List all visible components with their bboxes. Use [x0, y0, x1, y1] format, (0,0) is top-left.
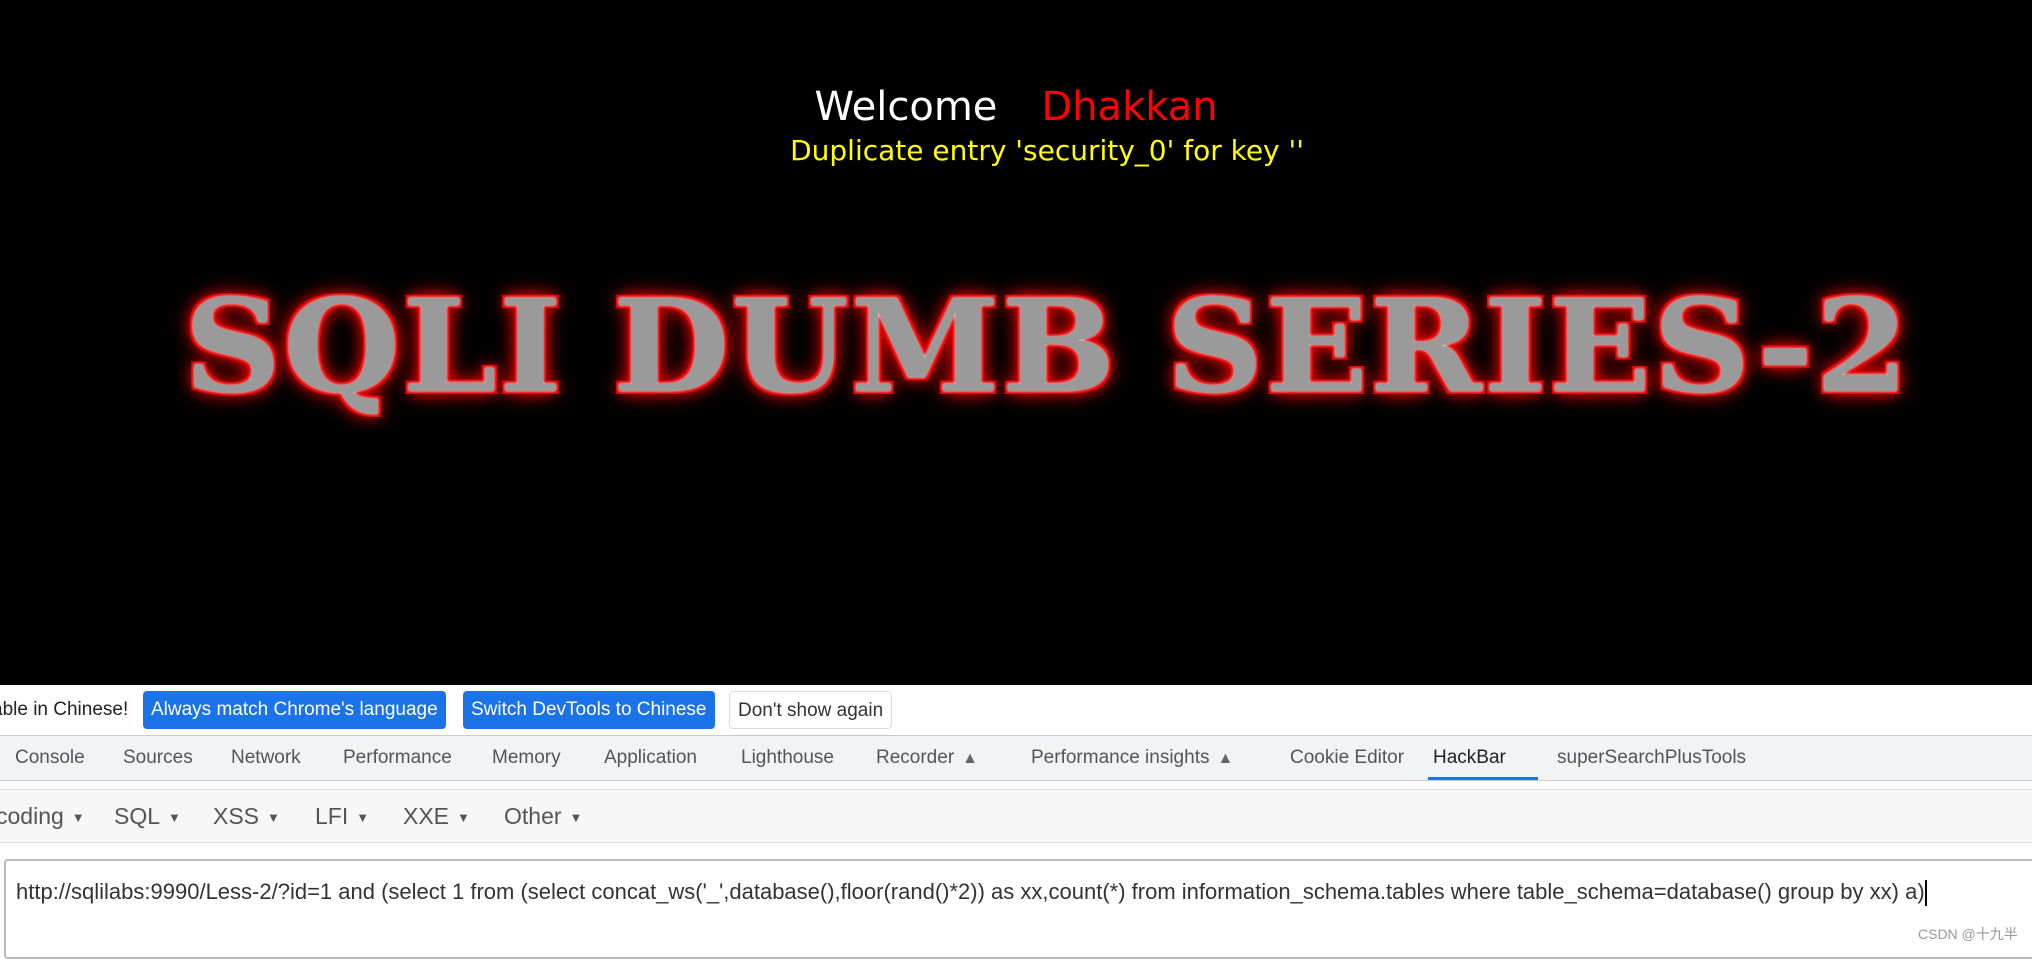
caret-down-icon: ▼	[569, 810, 583, 826]
tab-hackbar[interactable]: HackBar	[1433, 747, 1506, 769]
caret-down-icon: ▼	[356, 810, 370, 826]
error-message: Duplicate entry 'security_0' for key ''	[790, 134, 1304, 167]
menu-label: XXE	[403, 803, 450, 829]
tab-memory[interactable]: Memory	[492, 747, 561, 769]
tab-cookie-editor[interactable]: Cookie Editor	[1290, 747, 1404, 769]
menu-label: Other	[504, 803, 562, 829]
tab-supersearchplustools[interactable]: superSearchPlusTools	[1557, 747, 1746, 769]
caret-down-icon: ▼	[71, 810, 85, 826]
tab-label: Performance insights	[1031, 747, 1210, 768]
web-page: Welcome Dhakkan Duplicate entry 'security…	[0, 0, 2032, 685]
menu-label: LFI	[315, 803, 349, 829]
menu-label: XSS	[213, 803, 260, 829]
xss-menu[interactable]: XSS ▼	[213, 803, 280, 830]
hackbar-toolbar: coding ▼ SQL ▼ XSS ▼ LFI ▼ XXE ▼ Other ▼	[0, 789, 2032, 843]
sql-menu[interactable]: SQL ▼	[114, 803, 181, 830]
active-tab-indicator	[1428, 777, 1538, 780]
user-name: Dhakkan	[1041, 84, 1218, 130]
welcome-line: Welcome Dhakkan	[0, 84, 2032, 130]
tab-performance[interactable]: Performance	[343, 747, 452, 769]
url-text: http://sqlilabs:9990/Less-2/?id=1 and (s…	[16, 879, 1925, 904]
lfi-menu[interactable]: LFI ▼	[315, 803, 369, 830]
always-match-language-button[interactable]: Always match Chrome's language	[143, 691, 446, 729]
tab-performance-insights[interactable]: Performance insights ▲	[1031, 747, 1233, 769]
dont-show-again-button[interactable]: Don't show again	[729, 691, 893, 729]
xxe-menu[interactable]: XXE ▼	[403, 803, 470, 830]
watermark: CSDN @十九半	[1918, 926, 2018, 942]
flask-icon: ▲	[1217, 750, 1234, 767]
tab-label: Recorder	[876, 747, 955, 768]
other-menu[interactable]: Other ▼	[504, 803, 582, 830]
menu-label: SQL	[114, 803, 161, 829]
tab-console[interactable]: Console	[15, 747, 85, 769]
devtools-tab-bar: Console Sources Network Performance Memo…	[0, 736, 2032, 781]
text-cursor	[1924, 880, 1927, 907]
tab-lighthouse[interactable]: Lighthouse	[741, 747, 834, 769]
tab-network[interactable]: Network	[231, 747, 301, 769]
url-value[interactable]: http://sqlilabs:9990/Less-2/?id=1 and (s…	[16, 879, 1927, 907]
language-notification-bar: able in Chinese! Always match Chrome's l…	[0, 685, 2032, 736]
encoding-menu[interactable]: coding ▼	[0, 803, 85, 830]
switch-devtools-chinese-button[interactable]: Switch DevTools to Chinese	[463, 691, 715, 729]
caret-down-icon: ▼	[267, 810, 280, 826]
tab-recorder[interactable]: Recorder ▲	[876, 747, 978, 769]
caret-down-icon: ▼	[168, 810, 181, 826]
url-textarea[interactable]: http://sqlilabs:9990/Less-2/?id=1 and (s…	[4, 859, 2032, 959]
caret-down-icon: ▼	[457, 810, 470, 826]
tab-sources[interactable]: Sources	[123, 747, 193, 769]
menu-label: coding	[0, 803, 64, 829]
notification-message: able in Chinese!	[0, 699, 129, 720]
welcome-text: Welcome	[814, 84, 998, 130]
tab-application[interactable]: Application	[604, 747, 697, 769]
banner-title: SQLI DUMB SERIES-2	[184, 272, 1911, 422]
flask-icon: ▲	[962, 750, 978, 767]
